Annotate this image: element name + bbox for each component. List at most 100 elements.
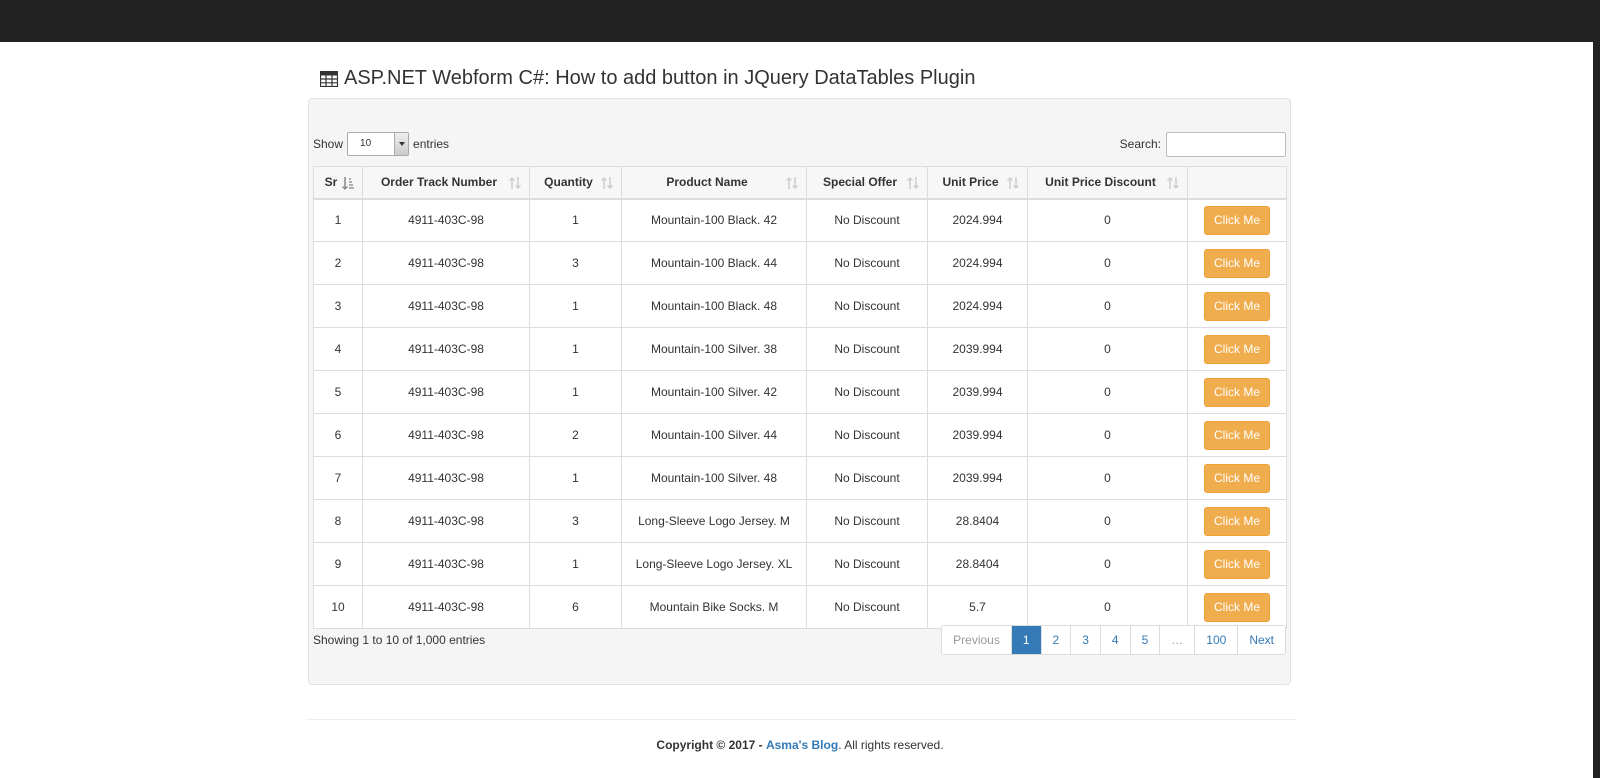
click-me-button[interactable]: Click Me — [1204, 248, 1270, 278]
cell-action: Click Me — [1187, 198, 1287, 242]
cell-unit-price-discount: 0 — [1027, 284, 1188, 328]
footer-blog-link[interactable]: Asma's Blog — [766, 738, 838, 752]
cell-action: Click Me — [1187, 413, 1287, 457]
cell-order-track-number: 4911-403C-98 — [362, 198, 530, 242]
search-input[interactable] — [1166, 131, 1286, 157]
pagination-page[interactable]: 5 — [1129, 626, 1160, 654]
cell-sr: 8 — [313, 499, 363, 543]
cell-product-name: Mountain-100 Silver. 44 — [621, 413, 807, 457]
cell-product-name: Mountain-100 Silver. 48 — [621, 456, 807, 500]
pagination-next[interactable]: Next — [1237, 626, 1285, 654]
cell-sr: 6 — [313, 413, 363, 457]
search-box: Search: — [1120, 131, 1286, 157]
cell-product-name: Long-Sleeve Logo Jersey. XL — [621, 542, 807, 586]
cell-product-name: Mountain-100 Black. 44 — [621, 241, 807, 285]
column-header-product-name[interactable]: Product Name — [621, 166, 807, 200]
length-prefix: Show — [313, 137, 344, 151]
cell-special-offer: No Discount — [806, 241, 928, 285]
column-header-sr[interactable]: Sr — [313, 166, 363, 200]
column-header-quantity[interactable]: Quantity — [529, 166, 622, 200]
pagination-previous: Previous — [953, 633, 1000, 647]
column-header-unit-price-discount[interactable]: Unit Price Discount — [1027, 166, 1188, 200]
cell-action: Click Me — [1187, 542, 1287, 586]
cell-action: Click Me — [1187, 241, 1287, 285]
pagination-ellipsis: … — [1159, 626, 1194, 654]
page-title: ASP.NET Webform C#: How to add button in… — [319, 64, 976, 92]
cell-special-offer: No Discount — [806, 327, 928, 371]
cell-quantity: 6 — [529, 585, 622, 629]
click-me-button[interactable]: Click Me — [1204, 291, 1270, 321]
cell-unit-price: 2024.994 — [927, 284, 1028, 328]
chevron-down-icon[interactable] — [394, 133, 409, 155]
table-row: 5 4911-403C-98 1 Mountain-100 Silver. 42 No … — [313, 370, 1287, 414]
cell-unit-price: 2039.994 — [927, 413, 1028, 457]
click-me-button[interactable]: Click Me — [1204, 463, 1270, 493]
cell-product-name: Mountain-100 Silver. 38 — [621, 327, 807, 371]
click-me-button[interactable]: Click Me — [1204, 420, 1270, 450]
cell-unit-price-discount: 0 — [1027, 542, 1188, 586]
cell-special-offer: No Discount — [806, 198, 928, 242]
cell-sr: 3 — [313, 284, 363, 328]
cell-unit-price: 28.8404 — [927, 542, 1028, 586]
click-me-button[interactable]: Click Me — [1204, 506, 1270, 536]
click-me-button[interactable]: Click Me — [1204, 592, 1270, 622]
pagination-page[interactable]: 1 — [1010, 626, 1041, 654]
cell-quantity: 1 — [529, 456, 622, 500]
cell-special-offer: No Discount — [806, 370, 928, 414]
cell-sr: 2 — [313, 241, 363, 285]
table-row: 8 4911-403C-98 3 Long-Sleeve Logo Jersey. M… — [313, 499, 1287, 543]
cell-product-name: Mountain-100 Black. 48 — [621, 284, 807, 328]
cell-unit-price-discount: 0 — [1027, 456, 1188, 500]
sort-icon — [601, 177, 613, 189]
column-header-special-offer[interactable]: Special Offer — [806, 166, 928, 200]
scrollbar[interactable] — [1593, 42, 1600, 778]
entries-select-value: 10 — [360, 138, 372, 149]
cell-unit-price: 28.8404 — [927, 499, 1028, 543]
cell-special-offer: No Discount — [806, 542, 928, 586]
column-header-order-track-number[interactable]: Order Track Number — [362, 166, 530, 200]
pagination-page[interactable]: 2 — [1040, 626, 1071, 654]
click-me-button[interactable]: Click Me — [1204, 334, 1270, 364]
footer: Copyright © 2017 - Asma's Blog. All righ… — [0, 738, 1600, 752]
table-row: 9 4911-403C-98 1 Long-Sleeve Logo Jersey. X… — [313, 542, 1287, 586]
sort-icon — [1167, 177, 1179, 189]
cell-action: Click Me — [1187, 456, 1287, 500]
cell-unit-price-discount: 0 — [1027, 327, 1188, 371]
datatable-panel: Show 10 entries Search: Sr Order Track N… — [308, 98, 1291, 685]
pagination-page[interactable]: 100 — [1194, 626, 1237, 654]
entries-select[interactable]: 10 — [347, 132, 410, 156]
pagination-page[interactable]: 3 — [1070, 626, 1100, 654]
cell-unit-price-discount: 0 — [1027, 585, 1188, 629]
footer-copyright: Copyright © 2017 - — [656, 738, 763, 752]
pagination-page[interactable]: 4 — [1099, 626, 1130, 654]
click-me-button[interactable]: Click Me — [1204, 205, 1270, 235]
cell-sr: 7 — [313, 456, 363, 500]
cell-unit-price: 2024.994 — [927, 241, 1028, 285]
table-header-row: Sr Order Track Number Quantity Product N… — [313, 166, 1287, 200]
page-title-text: ASP.NET Webform C#: How to add button in… — [344, 66, 976, 89]
table-row: 2 4911-403C-98 3 Mountain-100 Black. 44 No D… — [313, 241, 1287, 285]
cell-unit-price-discount: 0 — [1027, 413, 1188, 457]
table-row: 1 4911-403C-98 1 Mountain-100 Black. 42 No D… — [313, 198, 1287, 242]
cell-product-name: Long-Sleeve Logo Jersey. M — [621, 499, 807, 543]
cell-special-offer: No Discount — [806, 585, 928, 629]
cell-action: Click Me — [1187, 327, 1287, 371]
cell-product-name: Mountain-100 Black. 42 — [621, 198, 807, 242]
table-info: Showing 1 to 10 of 1,000 entries — [313, 633, 486, 647]
cell-order-track-number: 4911-403C-98 — [362, 499, 530, 543]
data-table: Sr Order Track Number Quantity Product N… — [313, 166, 1287, 629]
column-header-unit-price[interactable]: Unit Price — [927, 166, 1028, 200]
cell-sr: 4 — [313, 327, 363, 371]
cell-action: Click Me — [1187, 284, 1287, 328]
table-row: 7 4911-403C-98 1 Mountain-100 Silver. 48 No … — [313, 456, 1287, 500]
click-me-button[interactable]: Click Me — [1204, 549, 1270, 579]
click-me-button[interactable]: Click Me — [1204, 377, 1270, 407]
table-row: 10 4911-403C-98 6 Mountain Bike Socks. M No … — [313, 585, 1287, 629]
cell-action: Click Me — [1187, 585, 1287, 629]
column-header-action — [1187, 166, 1287, 200]
cell-order-track-number: 4911-403C-98 — [362, 542, 530, 586]
pagination: Previous 1 2 3 4 5… 100 Next — [941, 625, 1286, 655]
cell-order-track-number: 4911-403C-98 — [362, 585, 530, 629]
cell-special-offer: No Discount — [806, 499, 928, 543]
cell-product-name: Mountain Bike Socks. M — [621, 585, 807, 629]
